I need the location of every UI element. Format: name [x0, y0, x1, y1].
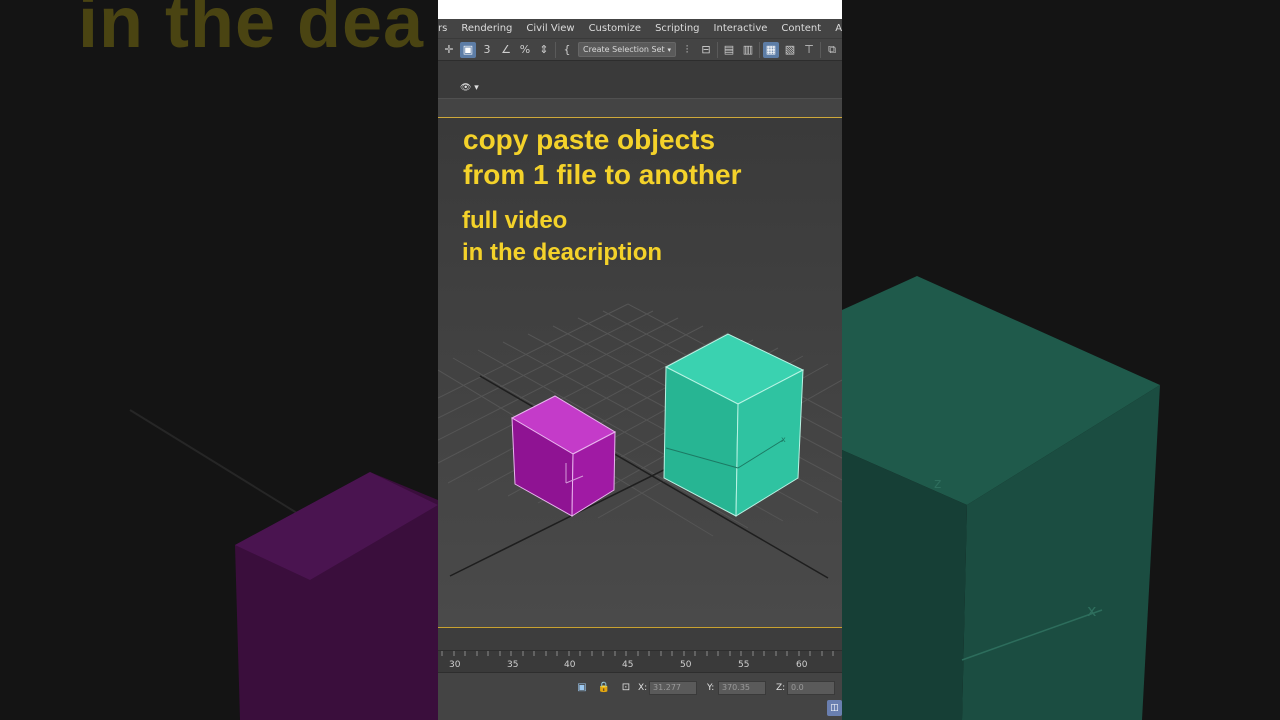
timeline-ruler[interactable]: 30 35 40 45 50 55 60: [438, 650, 842, 672]
toolbar-divider: [759, 41, 760, 58]
move-icon[interactable]: ✛: [441, 42, 457, 58]
ruler-tick-label: 60: [796, 660, 808, 670]
curve-editor-icon[interactable]: ▦: [763, 41, 779, 58]
material-editor-icon[interactable]: ⊤: [801, 42, 817, 58]
time-slider[interactable]: [438, 628, 842, 650]
select-object-icon[interactable]: ▣: [460, 41, 476, 58]
ruler-tick-label: 40: [564, 660, 576, 670]
viewport-scene: x: [438, 303, 842, 579]
video-overlay-title: copy paste objects from 1 file to anothe…: [463, 122, 741, 192]
ruler-tick-label: 35: [507, 660, 519, 670]
layer-explorer-icon[interactable]: ▤: [721, 42, 737, 58]
backdrop-left-scene: [129, 409, 438, 720]
ruler-tick-label: 45: [622, 660, 634, 670]
toolbar-divider: [555, 41, 556, 58]
menu-item-interactive[interactable]: Interactive: [707, 23, 775, 34]
angle-snap-icon[interactable]: ∠: [498, 42, 514, 58]
ruler-ticks: [441, 651, 834, 656]
video-overlay-subtitle: full video in the deacription: [462, 205, 662, 269]
overlay-title-line-1: copy paste objects: [463, 124, 716, 155]
menu-bar: rs Rendering Civil View Customize Script…: [438, 19, 842, 38]
ruler-tick-label: 55: [738, 660, 750, 670]
menu-item-scripting[interactable]: Scripting: [648, 23, 706, 34]
selection-set-label: Create Selection Set: [583, 45, 665, 54]
align-icon[interactable]: ⊟: [698, 42, 714, 58]
y-coordinate-field[interactable]: 370.35: [718, 681, 766, 695]
ribbon-toggle-icon[interactable]: ▥: [740, 42, 756, 58]
blurred-backdrop-right: x z: [842, 0, 1280, 720]
x-coordinate-label: X:: [638, 683, 648, 693]
x-coordinate-field[interactable]: 31.277: [649, 681, 697, 695]
mirror-icon[interactable]: ⫶: [679, 42, 695, 58]
named-selection-icon[interactable]: {: [559, 42, 575, 58]
status-bar: ▣ 🔒 ⊡ X: 31.277 Y: 370.35 Z: 0.0: [438, 672, 842, 720]
spinner-snap-icon[interactable]: ⇕: [536, 42, 552, 58]
y-coordinate-label: Y:: [707, 683, 715, 693]
menu-item-truncated[interactable]: rs: [438, 23, 454, 34]
3d-app-window: rs Rendering Civil View Customize Script…: [438, 0, 842, 720]
adaptive-degradation-icon[interactable]: ◫: [827, 700, 842, 716]
absolute-mode-icon[interactable]: ⊡: [620, 681, 632, 693]
svg-text:x: x: [781, 435, 786, 444]
backdrop-gizmo-x-label: x: [1087, 601, 1096, 620]
selection-icon[interactable]: ▣: [576, 681, 588, 693]
schematic-view-icon[interactable]: ▧: [782, 42, 798, 58]
menu-item-rendering[interactable]: Rendering: [454, 23, 519, 34]
blurred-backdrop-left: in the dea: [0, 0, 438, 720]
magenta-box[interactable]: [510, 395, 617, 517]
create-selection-set-dropdown[interactable]: Create Selection Set ▾: [578, 42, 676, 57]
menu-item-arnold[interactable]: Arnold: [828, 23, 842, 34]
toolbar-divider: [717, 41, 718, 58]
backdrop-right-scene: x z: [842, 276, 1160, 720]
menu-item-customize[interactable]: Customize: [582, 23, 649, 34]
ruler-tick-label: 30: [449, 660, 461, 670]
lock-icon[interactable]: 🔒: [598, 681, 610, 693]
display-toggle-button[interactable]: 👁 ▾: [460, 83, 479, 93]
overlay-subtitle-line-2: in the deacription: [462, 239, 663, 266]
backdrop-gizmo-z-label: z: [934, 476, 941, 492]
scene-explorer-bar: 👁 ▾: [438, 60, 842, 98]
menu-item-civil-view[interactable]: Civil View: [519, 23, 581, 34]
z-coordinate-label: Z:: [776, 683, 786, 693]
percent-snap-icon[interactable]: %: [517, 42, 533, 58]
chevron-down-icon: ▾: [667, 45, 671, 54]
title-strip: [438, 0, 842, 19]
ruler-tick-label: 50: [680, 660, 692, 670]
main-toolbar: ✛ ▣ 3 ∠ % ⇕ { Create Selection Set ▾ ⫶ ⊟…: [438, 38, 842, 60]
menu-item-content[interactable]: Content: [774, 23, 828, 34]
z-coordinate-field[interactable]: 0.0: [787, 681, 835, 695]
snap-3d-icon[interactable]: 3: [479, 42, 495, 58]
overlay-subtitle-line-1: full video: [462, 207, 568, 234]
perspective-viewport[interactable]: x: [438, 118, 842, 628]
viewport-label-bar: [438, 98, 842, 118]
overlay-title-line-2: from 1 file to another: [463, 159, 742, 190]
teal-box[interactable]: x: [663, 333, 805, 517]
video-frame: in the dea x z rs Rendering Civil View C…: [0, 0, 1280, 720]
render-setup-icon[interactable]: ⧉: [824, 42, 840, 58]
toolbar-divider: [820, 41, 821, 58]
